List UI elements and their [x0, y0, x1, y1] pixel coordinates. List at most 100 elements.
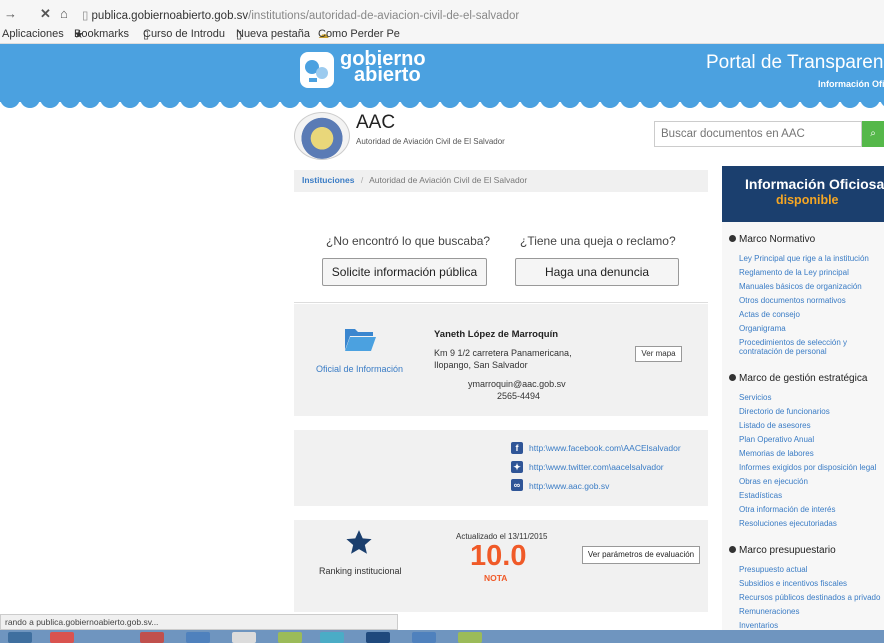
section-heading-marco-presupuestario: Marco presupuestario	[729, 545, 836, 556]
page-icon: ▯	[82, 10, 92, 22]
powerpoint-taskbar-icon[interactable]	[140, 632, 164, 643]
address-bar[interactable]: ▯ publica.gobiernoabierto.gob.sv/institu…	[82, 8, 519, 22]
url-path: /institutions/autoridad-de-aviacion-civi…	[248, 10, 520, 22]
app-taskbar-icon[interactable]	[412, 632, 436, 643]
search-button[interactable]: ⌕	[862, 121, 884, 147]
folder-icon	[345, 329, 376, 351]
bookmark-label: Curso de Introdu	[143, 28, 225, 40]
bookmarks-bar: Aplicaciones ★ Bookmarks ▯ Curso de Intr…	[0, 28, 884, 42]
os-taskbar	[0, 630, 884, 643]
sidebar-link[interactable]: Plan Operativo Anual	[739, 435, 814, 444]
url-host: publica.gobiernoabierto.gob.sv	[91, 10, 249, 22]
website-link[interactable]: http:\www.aac.gob.sv	[529, 481, 609, 491]
sidebar-link[interactable]: Directorio de funcionarios	[739, 407, 830, 416]
app-taskbar-icon[interactable]	[278, 632, 302, 643]
document-search-input[interactable]	[654, 121, 862, 147]
bookmark-label: Nueva pestaña	[236, 28, 310, 40]
sidebar-link[interactable]: Presupuesto actual	[739, 565, 808, 574]
sidebar-link[interactable]: Subsidios e incentivos fiscales	[739, 579, 847, 588]
app-taskbar-icon[interactable]	[320, 632, 344, 643]
facebook-link[interactable]: http:\www.facebook.com\AACElsalvador	[529, 443, 681, 453]
institution-abbreviation: AAC	[356, 112, 396, 133]
sidebar-link[interactable]: Otra información de interés	[739, 505, 836, 514]
twitter-link[interactable]: http:\www.twitter.com\aacelsalvador	[529, 462, 664, 472]
sidebar-link[interactable]: Servicios	[739, 393, 771, 402]
sidebar-link[interactable]: Manuales básicos de organización	[739, 282, 862, 291]
back-icon[interactable]: →	[4, 6, 17, 21]
section-heading-text: Marco de gestión estratégica	[739, 373, 868, 384]
star-icon	[346, 530, 372, 554]
sidebar-link[interactable]: Ley Principal que rige a la institución	[739, 254, 869, 263]
bullet-icon	[729, 374, 736, 381]
section-heading-text: Marco Normativo	[739, 234, 816, 245]
sidebar-link[interactable]: Actas de consejo	[739, 310, 800, 319]
bookmark-label: Como Perder Pe	[318, 28, 400, 40]
sidebar-link[interactable]: Memorias de labores	[739, 449, 814, 458]
breadcrumb-current: Autoridad de Aviación Civil de El Salvad…	[369, 175, 528, 185]
view-map-button[interactable]: Ver mapa	[635, 346, 682, 362]
section-heading-marco-gestion: Marco de gestión estratégica	[729, 373, 867, 384]
header-scallop-edge	[0, 92, 884, 108]
sidebar-link[interactable]: Obras en ejecución	[739, 477, 808, 486]
bullet-icon	[729, 235, 736, 242]
ranking-score: 10.0	[470, 540, 527, 572]
sidebar-link[interactable]: Reglamento de la Ley principal	[739, 268, 849, 277]
sidebar-link[interactable]: Otros documentos normativos	[739, 296, 846, 305]
browser-status-bar: rando a publica.gobiernoabierto.gob.sv..…	[0, 614, 398, 630]
request-information-button[interactable]: Solicite información pública	[322, 258, 487, 286]
officer-role-label: Oficial de Información	[316, 364, 404, 374]
word-taskbar-icon[interactable]	[366, 632, 390, 643]
view-evaluation-parameters-button[interactable]: Ver parámetros de evaluación	[582, 546, 700, 564]
link-icon: ∞	[511, 479, 523, 491]
excel-taskbar-icon[interactable]	[458, 632, 482, 643]
bullet-icon	[729, 546, 736, 553]
site-logo-text[interactable]: gobierno abierto	[340, 49, 426, 85]
complaint-question: ¿Tiene una queja o reclamo?	[520, 234, 676, 248]
section-heading-text: Marco presupuestario	[739, 545, 836, 556]
app-taskbar-icon[interactable]	[186, 632, 210, 643]
sidebar-link[interactable]: Estadísticas	[739, 491, 782, 500]
officer-phone: 2565-4494	[497, 391, 541, 401]
officer-email: ymarroquin@aac.gob.sv	[468, 379, 566, 389]
breadcrumb-separator: /	[360, 175, 364, 185]
sidebar-link[interactable]: Recursos públicos destinados a privado	[739, 593, 880, 602]
sidebar-title: Información Oficiosa	[745, 176, 884, 192]
section-heading-marco-normativo: Marco Normativo	[729, 234, 815, 245]
section-divider	[294, 302, 708, 303]
portal-subtitle[interactable]: Información Ofici	[818, 79, 884, 89]
not-found-question: ¿No encontró lo que buscaba?	[326, 234, 491, 248]
app-taskbar-icon[interactable]	[232, 632, 256, 643]
sidebar-link[interactable]: Procedimientos de selección y	[739, 338, 847, 347]
chrome-taskbar-icon[interactable]	[50, 632, 74, 643]
twitter-icon: ✦	[511, 461, 523, 473]
facebook-icon: f	[511, 442, 523, 454]
sidebar-subtitle: disponible	[776, 193, 839, 207]
breadcrumb-instituciones-link[interactable]: Instituciones	[302, 175, 354, 185]
officer-address-line-2: Ilopango, San Salvador	[434, 360, 528, 370]
sidebar-link[interactable]: Informes exigidos por disposición legal	[739, 463, 876, 472]
file-complaint-button[interactable]: Haga una denuncia	[515, 258, 679, 286]
sidebar-link[interactable]: Resoluciones ejecutoriadas	[739, 519, 837, 528]
browser-chrome: → ✕ ⌂ ▯ publica.gobiernoabierto.gob.sv/i…	[0, 0, 884, 44]
bookmark-apps[interactable]: Aplicaciones	[2, 28, 64, 40]
score-label: NOTA	[484, 573, 508, 583]
sidebar-link[interactable]: Listado de asesores	[739, 421, 811, 430]
sidebar-link[interactable]: Organigrama	[739, 324, 786, 333]
gobierno-abierto-logo-icon[interactable]	[300, 52, 334, 88]
aac-seal-icon	[294, 112, 350, 160]
breadcrumb: Instituciones / Autoridad de Aviación Ci…	[294, 170, 708, 192]
officer-name: Yaneth López de Marroquín	[434, 329, 559, 340]
officer-address-line-1: Km 9 1/2 carretera Panamericana,	[434, 348, 572, 358]
institution-name: Autoridad de Aviación Civil de El Salvad…	[356, 137, 505, 146]
ranking-label: Ranking institucional	[319, 566, 402, 576]
stop-icon[interactable]: ✕	[40, 6, 51, 22]
sidebar-link[interactable]: contratación de personal	[739, 347, 827, 356]
bookmark-label: Bookmarks	[74, 28, 130, 40]
home-icon[interactable]: ⌂	[60, 6, 68, 21]
portal-title: Portal de Transparenci	[706, 52, 884, 73]
sidebar-link[interactable]: Inventarios	[739, 621, 778, 630]
sidebar-link[interactable]: Remuneraciones	[739, 607, 799, 616]
search-icon: ⌕	[870, 128, 876, 139]
start-button-icon[interactable]	[8, 632, 32, 643]
browser-nav-row: → ✕ ⌂ ▯ publica.gobiernoabierto.gob.sv/i…	[0, 6, 884, 24]
